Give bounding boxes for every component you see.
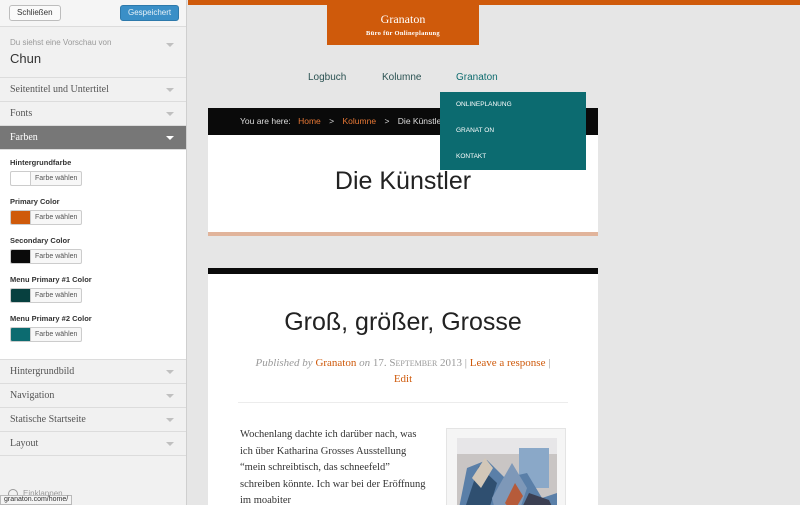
site-logo[interactable]: Granaton Büro für Onlineplanung (327, 5, 479, 45)
dropdown-item-granat-on[interactable]: GRANAT ON (440, 118, 586, 144)
chevron-down-icon (166, 370, 174, 374)
top-accent-bar (188, 0, 800, 5)
edit-link[interactable]: Edit (394, 373, 412, 385)
artwork-photo[interactable] (457, 438, 557, 505)
pick-color-button[interactable]: Farbe wählen (30, 249, 83, 264)
nav-dropdown-menu: ONLINEPLANUNG GRANAT ON KONTAKT (440, 92, 586, 170)
color-label: Hintergrundfarbe (10, 158, 72, 167)
color-label: Primary Color (10, 197, 60, 206)
chevron-down-icon (166, 418, 174, 422)
color-swatch[interactable] (10, 288, 30, 303)
pick-color-button[interactable]: Farbe wählen (30, 171, 83, 186)
color-setting-menu-primary-2: Menu Primary #2 Color Farbe wählen (0, 314, 186, 353)
breadcrumb-current: Die Künstler (397, 116, 445, 126)
customizer-sidebar: Schließen Gespeichert Du siehst eine Vor… (0, 0, 187, 505)
pick-color-button[interactable]: Farbe wählen (30, 288, 83, 303)
breadcrumb-kolumne[interactable]: Kolumne (343, 116, 377, 126)
color-setting-primary: Primary Color Farbe wählen (0, 197, 186, 236)
page-title: Die Künstler (334, 167, 472, 195)
preview-label: Du siehst eine Vorschau von (10, 38, 112, 47)
section-label: Farben (10, 132, 38, 143)
nav-item-kolumne[interactable]: Kolumne (382, 72, 421, 83)
close-button[interactable]: Schließen (9, 5, 61, 21)
meta-separator: | (548, 357, 551, 369)
pick-color-button[interactable]: Farbe wählen (30, 327, 83, 342)
section-label: Seitentitel und Untertitel (10, 84, 109, 95)
post-date: 17. September 2013 (372, 357, 463, 369)
divider (238, 402, 568, 403)
color-label: Secondary Color (10, 236, 71, 245)
chevron-down-icon (166, 88, 174, 92)
color-swatch[interactable] (10, 249, 30, 264)
chevron-down-icon (166, 43, 174, 47)
chevron-down-icon (166, 394, 174, 398)
section-label: Layout (10, 438, 39, 449)
section-label: Hintergrundbild (10, 366, 75, 377)
dropdown-item-onlineplanung[interactable]: ONLINEPLANUNG (440, 92, 586, 118)
section-label: Navigation (10, 390, 55, 401)
color-label: Menu Primary #1 Color (10, 275, 92, 284)
nav-item-granaton[interactable]: Granaton (456, 72, 498, 83)
dropdown-item-kontakt[interactable]: KONTAKT (440, 144, 586, 170)
author-link[interactable]: Granaton (315, 357, 356, 369)
chevron-down-icon (166, 136, 174, 140)
color-swatch[interactable] (10, 171, 30, 186)
site-title: Granaton (380, 12, 426, 26)
breadcrumb-home[interactable]: Home (298, 116, 321, 126)
post-excerpt: Wochenlang dachte ich darüber nach, was … (240, 429, 426, 505)
color-swatch[interactable] (10, 210, 30, 225)
header-bottom-border (208, 232, 598, 236)
site-preview: Granaton Büro für Onlineplanung Logbuch … (188, 0, 800, 505)
pick-color-button[interactable]: Farbe wählen (30, 210, 83, 225)
color-setting-menu-primary-1: Menu Primary #1 Color Farbe wählen (0, 275, 186, 314)
section-fonts[interactable]: Fonts (0, 102, 186, 126)
sidebar-header: Schließen Gespeichert (0, 0, 186, 27)
section-label: Fonts (10, 108, 33, 119)
chevron-down-icon (166, 442, 174, 446)
main-nav: Logbuch Kolumne Granaton (188, 72, 800, 86)
nav-item-logbuch[interactable]: Logbuch (308, 72, 346, 83)
post-meta: Published by Granaton on 17. September 2… (208, 355, 598, 387)
post-image-frame (446, 428, 566, 505)
section-static-front-page[interactable]: Statische Startseite (0, 408, 186, 432)
chevron-down-icon (166, 112, 174, 116)
saved-button[interactable]: Gespeichert (120, 5, 180, 21)
on-label: on (359, 357, 371, 369)
section-site-title[interactable]: Seitentitel und Untertitel (0, 78, 186, 102)
section-label: Statische Startseite (10, 414, 86, 425)
theme-name: Chun (10, 51, 42, 66)
section-background-image[interactable]: Hintergrundbild (0, 360, 186, 384)
section-navigation[interactable]: Navigation (0, 384, 186, 408)
color-setting-background: Hintergrundfarbe Farbe wählen (0, 158, 186, 197)
section-layout[interactable]: Layout (0, 432, 186, 456)
breadcrumb-prefix: You are here: (240, 116, 291, 126)
published-by-label: Published by (255, 357, 313, 369)
post-title[interactable]: Groß, größer, Grosse (208, 308, 598, 337)
color-label: Menu Primary #2 Color (10, 314, 92, 323)
section-colors[interactable]: Farben (0, 126, 186, 150)
color-setting-secondary: Secondary Color Farbe wählen (0, 236, 186, 275)
color-swatch[interactable] (10, 327, 30, 342)
leave-response-link[interactable]: Leave a response (470, 357, 546, 369)
status-url: granaton.com/home/ (0, 495, 73, 505)
theme-preview-info[interactable]: Du siehst eine Vorschau von Chun (0, 27, 186, 78)
post-card: Groß, größer, Grosse Published by Granat… (208, 268, 598, 505)
site-tagline: Büro für Onlineplanung (366, 30, 440, 37)
meta-separator: | (464, 357, 467, 369)
color-settings-panel: Hintergrundfarbe Farbe wählen Primary Co… (0, 150, 186, 360)
